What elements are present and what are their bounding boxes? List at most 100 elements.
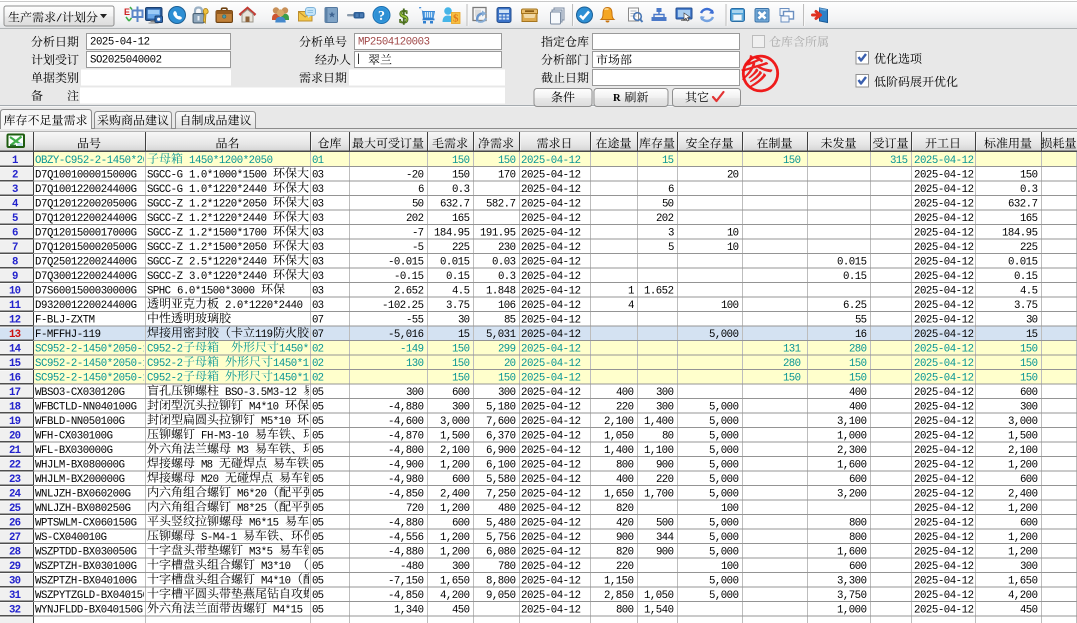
svg-text:WFBCTLD-NN040100G: WFBCTLD-NN040100G <box>35 401 137 413</box>
svg-text:SGCC-Z: SGCC-Z <box>147 271 184 283</box>
svg-text:0.3: 0.3 <box>1020 184 1038 196</box>
svg-text:WSZPTZH-BX040100G: WSZPTZH-BX040100G <box>35 575 137 587</box>
svg-text:150: 150 <box>452 169 470 181</box>
svg-text:800: 800 <box>849 517 867 529</box>
svg-text:7: 7 <box>12 242 18 254</box>
svg-text:D7Q1201500020500G: D7Q1201500020500G <box>35 242 137 254</box>
svg-text:D7Q1201220020500G: D7Q1201220020500G <box>35 198 137 210</box>
svg-text:22: 22 <box>9 459 21 471</box>
svg-text:S-M4-1: S-M4-1 <box>201 532 237 544</box>
svg-text:M20: M20 <box>201 474 219 486</box>
svg-text:1,200: 1,200 <box>1008 532 1038 544</box>
svg-text:1.652: 1.652 <box>644 285 674 297</box>
svg-text:-4,870: -4,870 <box>388 430 424 442</box>
svg-text:400: 400 <box>849 401 867 413</box>
svg-text:2025-04-12: 2025-04-12 <box>521 242 581 254</box>
svg-text:05: 05 <box>312 590 324 602</box>
svg-text:400: 400 <box>616 387 634 399</box>
svg-text:5,000: 5,000 <box>709 445 739 457</box>
svg-text:5,000: 5,000 <box>709 329 739 341</box>
svg-text:1,150: 1,150 <box>604 575 634 587</box>
svg-text:1.2*1220*2440: 1.2*1220*2440 <box>189 213 267 225</box>
svg-text:SGCC-G: SGCC-G <box>147 184 183 196</box>
svg-text:500: 500 <box>656 517 674 529</box>
svg-text:2025-04-12: 2025-04-12 <box>914 459 974 471</box>
svg-text:M4*10: M4*10 <box>261 575 291 587</box>
svg-text:582.7: 582.7 <box>486 198 516 210</box>
svg-text:07: 07 <box>312 329 324 341</box>
svg-text:600: 600 <box>452 474 470 486</box>
svg-text:-4,800: -4,800 <box>388 445 424 457</box>
svg-text:2025-04-12: 2025-04-12 <box>914 488 974 500</box>
svg-text:2025-04-12: 2025-04-12 <box>521 300 581 312</box>
svg-text:WSZPYTZGLD-BX040150G: WSZPYTZGLD-BX040150G <box>35 590 155 602</box>
svg-text:2.652: 2.652 <box>394 285 424 297</box>
svg-text:2,100: 2,100 <box>604 416 634 428</box>
svg-text:300: 300 <box>406 387 424 399</box>
svg-text:5,031: 5,031 <box>486 329 516 341</box>
svg-text:2025-04-12: 2025-04-12 <box>914 387 974 399</box>
svg-text:07: 07 <box>312 314 324 326</box>
svg-text:05: 05 <box>312 401 324 413</box>
svg-text:1.2*1500*2050: 1.2*1500*2050 <box>189 242 267 254</box>
svg-text:16: 16 <box>855 329 867 341</box>
svg-text:02: 02 <box>312 358 324 370</box>
svg-text:3,100: 3,100 <box>837 416 867 428</box>
svg-text:03: 03 <box>312 256 324 268</box>
svg-text:D7Q2501220024400G: D7Q2501220024400G <box>35 256 137 268</box>
svg-text:1,100: 1,100 <box>644 445 674 457</box>
svg-text:150: 150 <box>1020 358 1038 370</box>
svg-text:SGCC-Z: SGCC-Z <box>147 227 184 239</box>
svg-text:184.95: 184.95 <box>434 227 470 239</box>
svg-text:4,200: 4,200 <box>1008 590 1038 602</box>
svg-text:150: 150 <box>498 155 516 167</box>
svg-text:3,000: 3,000 <box>1008 416 1038 428</box>
svg-text:220: 220 <box>656 474 674 486</box>
svg-text:9,050: 9,050 <box>486 590 516 602</box>
svg-text:15: 15 <box>9 358 21 370</box>
svg-text:M4*10: M4*10 <box>249 401 279 413</box>
svg-text:20: 20 <box>504 358 516 370</box>
svg-text:05: 05 <box>312 488 324 500</box>
svg-text:2025-04-12: 2025-04-12 <box>914 445 974 457</box>
svg-text:1,540: 1,540 <box>644 604 674 616</box>
svg-text:2025-04-12: 2025-04-12 <box>914 285 974 297</box>
svg-text:6: 6 <box>418 184 424 196</box>
svg-text:SGCC-Z: SGCC-Z <box>147 198 184 210</box>
svg-text:4.5: 4.5 <box>452 285 470 297</box>
svg-text:SC952-2-1450*2050-1: SC952-2-1450*2050-1 <box>35 372 149 384</box>
svg-text:7,250: 7,250 <box>486 488 516 500</box>
svg-text:600: 600 <box>452 517 470 529</box>
svg-text:800: 800 <box>616 604 634 616</box>
svg-text:D7S6001500030000G: D7S6001500030000G <box>35 285 137 297</box>
svg-text:2025-04-12: 2025-04-12 <box>521 184 581 196</box>
svg-text:2025-04-12: 2025-04-12 <box>914 575 974 587</box>
svg-text:WFL-BX030000G: WFL-BX030000G <box>35 445 113 457</box>
svg-text:-0.15: -0.15 <box>394 271 424 283</box>
svg-text:03: 03 <box>312 198 324 210</box>
svg-text:5,000: 5,000 <box>709 401 739 413</box>
svg-text:C952-2: C952-2 <box>147 372 183 384</box>
svg-text:820: 820 <box>616 503 634 515</box>
svg-text:03: 03 <box>312 285 324 297</box>
svg-text:2025-04-12: 2025-04-12 <box>521 329 581 341</box>
svg-text:2025-04-12: 2025-04-12 <box>521 227 581 239</box>
svg-text:2025-04-12: 2025-04-12 <box>914 561 974 573</box>
svg-text:C952-2: C952-2 <box>147 343 183 355</box>
svg-text:1.2*1500*1700: 1.2*1500*1700 <box>189 227 267 239</box>
svg-text:19: 19 <box>9 416 21 428</box>
svg-text:5,580: 5,580 <box>486 474 516 486</box>
svg-text:-480: -480 <box>400 561 424 573</box>
svg-text:2025-04-12: 2025-04-12 <box>521 358 581 370</box>
svg-text:-4,556: -4,556 <box>388 532 424 544</box>
svg-text:5,000: 5,000 <box>709 517 739 529</box>
svg-text:170: 170 <box>498 169 516 181</box>
svg-text:280: 280 <box>783 358 801 370</box>
svg-text:2025-04-12: 2025-04-12 <box>914 358 974 370</box>
svg-text:184.95: 184.95 <box>1002 227 1038 239</box>
svg-text:2,400: 2,400 <box>440 488 470 500</box>
svg-text:1,400: 1,400 <box>604 445 634 457</box>
svg-text:5,000: 5,000 <box>709 459 739 471</box>
svg-text:6,100: 6,100 <box>486 459 516 471</box>
svg-text:150: 150 <box>1020 372 1038 384</box>
